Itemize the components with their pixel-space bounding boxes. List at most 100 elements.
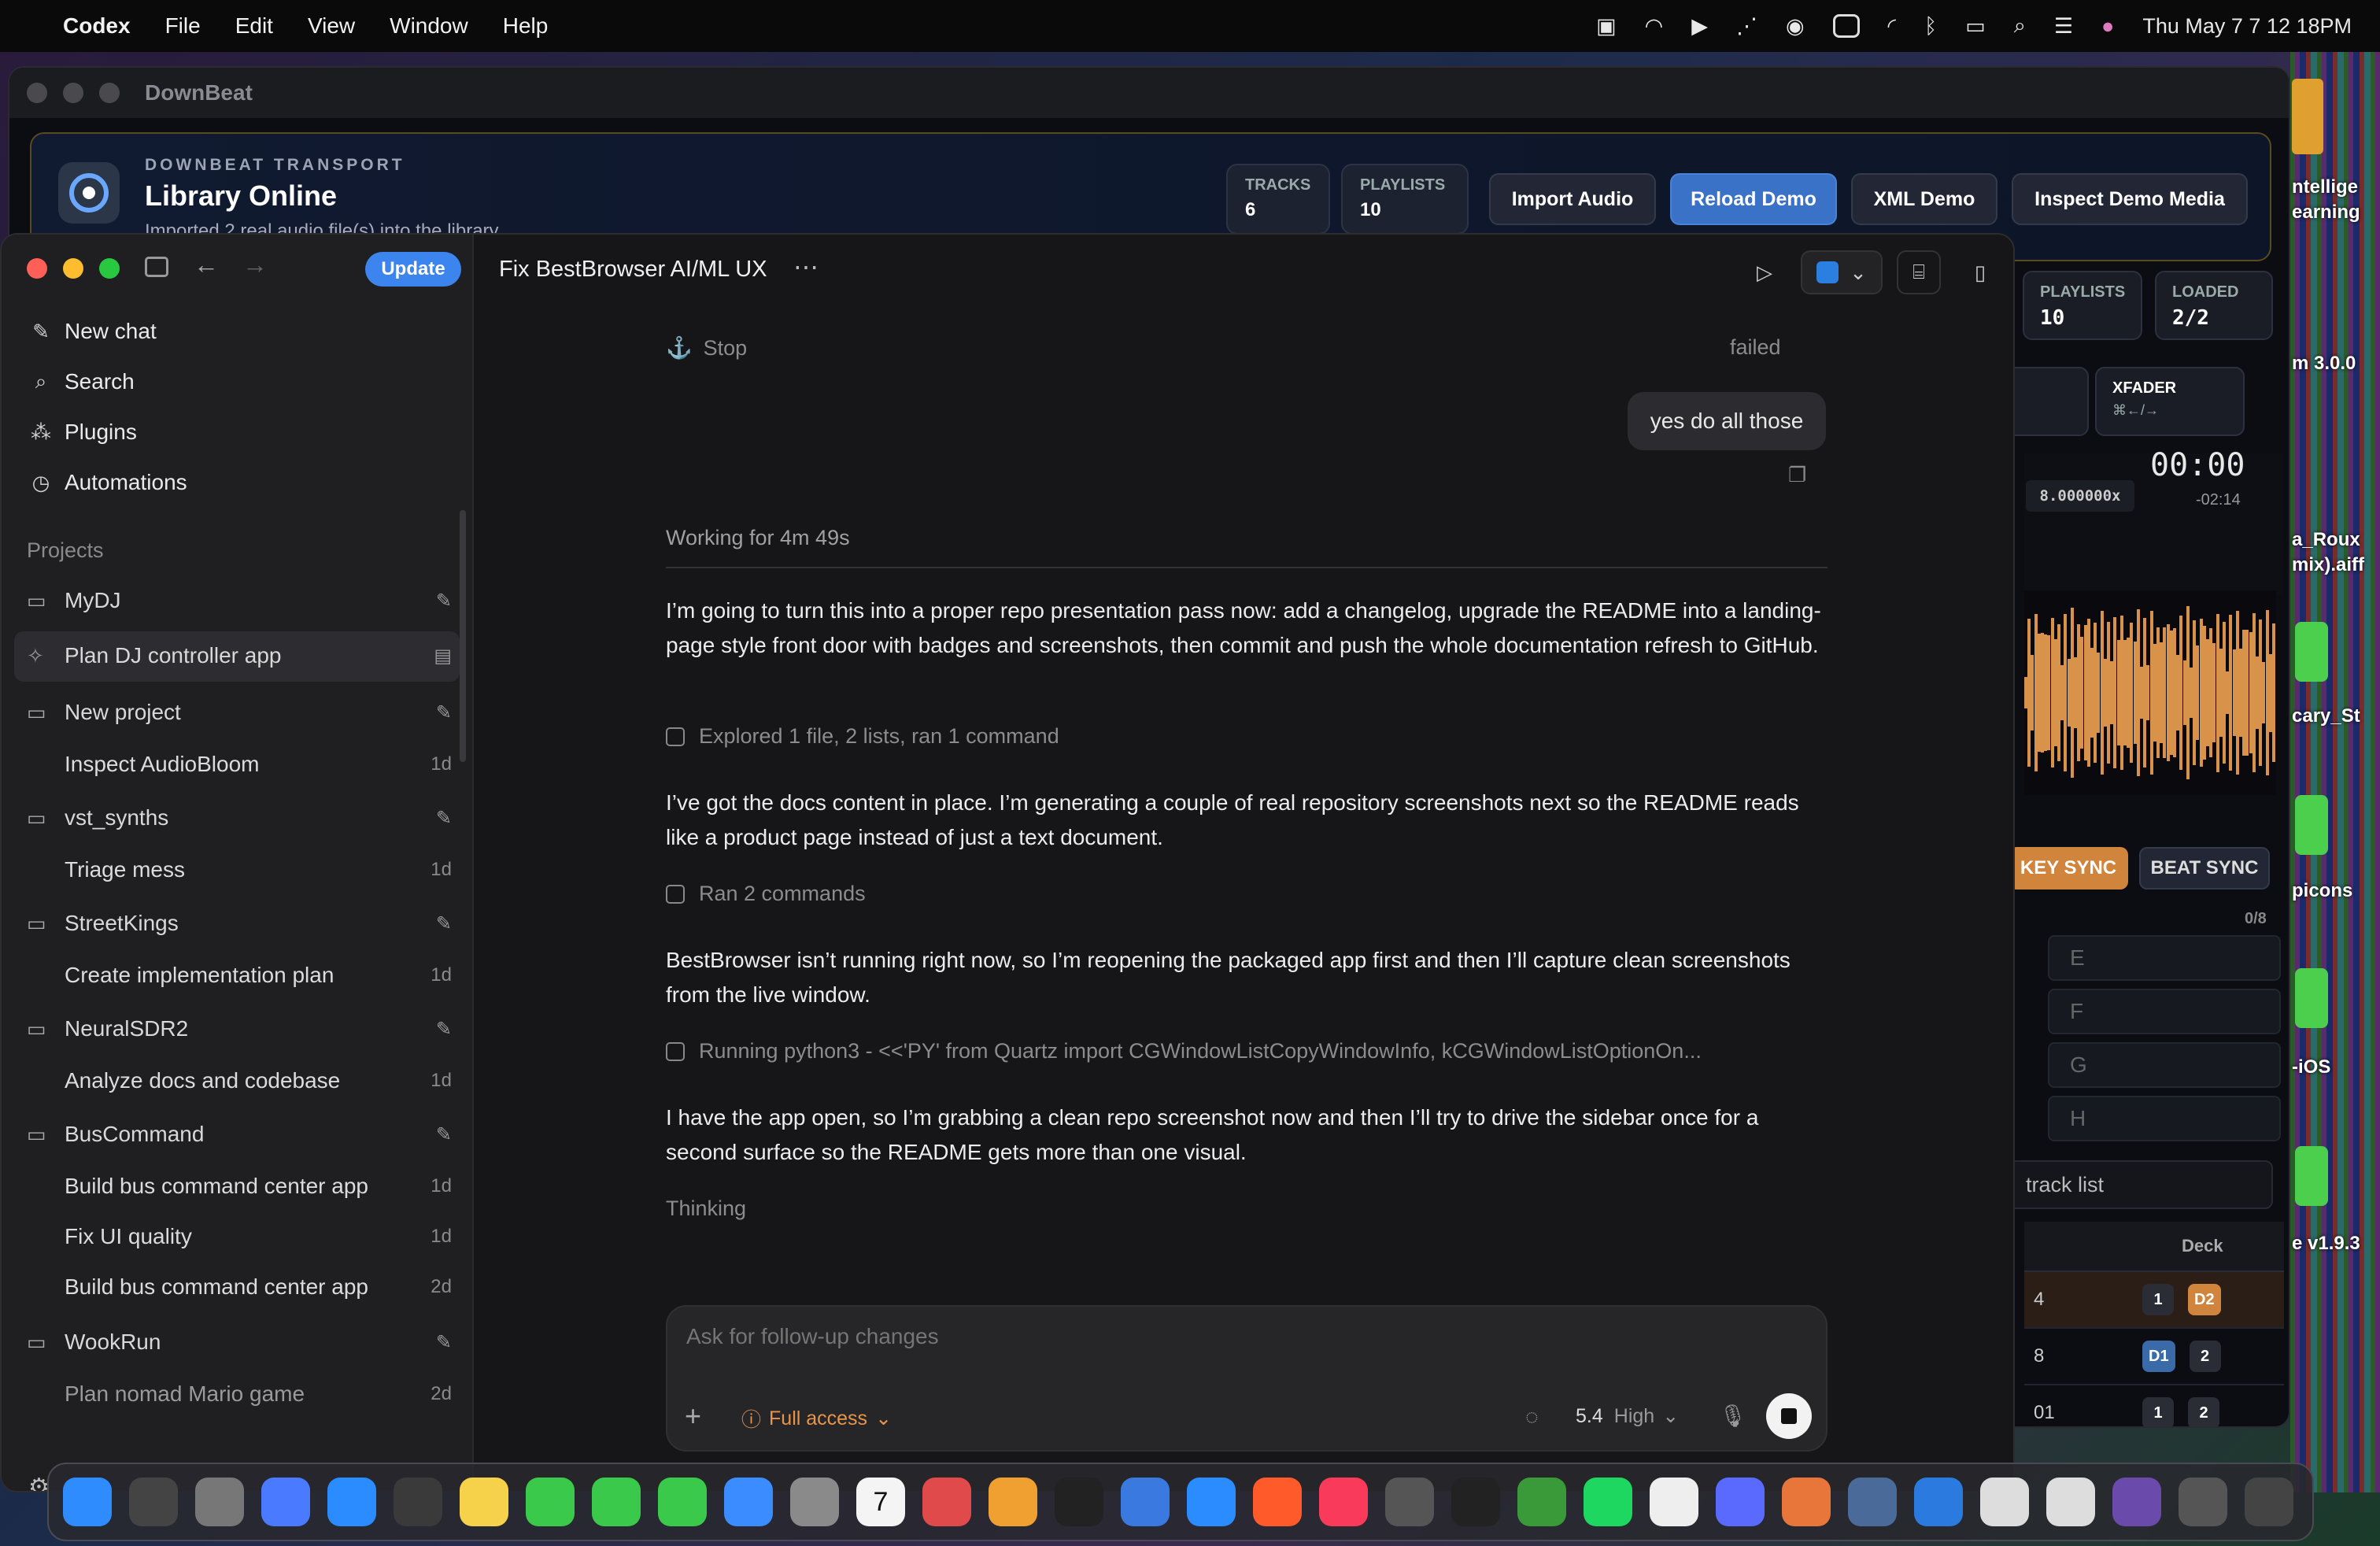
desktop-label[interactable]: ntellige	[2292, 176, 2358, 198]
desktop-label[interactable]: e v1.9.3	[2292, 1233, 2360, 1255]
table-row[interactable]: 4 1 D2	[2024, 1272, 2284, 1329]
desktop-file-icon[interactable]	[2295, 1146, 2328, 1206]
affinity-icon[interactable]	[1385, 1478, 1434, 1526]
trash-icon[interactable]	[2245, 1478, 2293, 1526]
desktop-label[interactable]: picons	[2292, 880, 2352, 902]
photos-icon[interactable]	[989, 1478, 1037, 1526]
hotcue-g[interactable]: G	[2048, 1042, 2281, 1088]
nav-plugins[interactable]: ⁂ Plugins	[27, 412, 137, 452]
rocket-icon[interactable]	[922, 1478, 971, 1526]
inspect-demo-media-button[interactable]: Inspect Demo Media	[2012, 173, 2248, 225]
chat-title[interactable]: Fix BestBrowser AI/ML UX	[499, 257, 767, 283]
app-store-icon[interactable]	[327, 1478, 376, 1526]
safari-icon[interactable]	[1187, 1478, 1236, 1526]
project-streetkings[interactable]: ▭ StreetKings ✎	[27, 904, 458, 943]
close-button[interactable]	[27, 83, 47, 103]
desktop-label[interactable]: -iOS	[2292, 1056, 2330, 1078]
reminders-icon[interactable]	[394, 1478, 442, 1526]
desktop-label[interactable]: mix).aiff	[2292, 554, 2364, 576]
tv-icon[interactable]	[1055, 1478, 1103, 1526]
xml-demo-button[interactable]: XML Demo	[1851, 173, 1998, 225]
model-selector[interactable]: 5.4 High ⌄	[1576, 1404, 1679, 1428]
compose-icon[interactable]: ✎	[436, 1018, 452, 1041]
beat-sync-button[interactable]: BEAT SYNC	[2139, 847, 2270, 890]
copy-icon[interactable]: ❐	[1788, 463, 1806, 487]
nav-search[interactable]: ⌕ Search	[27, 362, 135, 401]
phone-icon[interactable]	[658, 1478, 707, 1526]
brave-icon[interactable]	[1253, 1478, 1302, 1526]
thread-plan-dj[interactable]: ✧ Plan DJ controller app ▤	[27, 636, 458, 675]
clipboard-icon[interactable]: ▣	[1596, 14, 1617, 39]
access-mode-button[interactable]: ⓘ Full access ⌄	[741, 1404, 892, 1433]
finder-icon[interactable]	[63, 1478, 112, 1526]
thread-item[interactable]: Inspect AudioBloom 1d	[65, 745, 458, 784]
messages-icon[interactable]	[526, 1478, 575, 1526]
sidebar-scrollbar[interactable]	[460, 510, 466, 762]
hotcue-e[interactable]: E	[2048, 935, 2281, 981]
headphones-icon[interactable]: ◠	[1645, 14, 1664, 39]
thread-item[interactable]: Triage mess 1d	[65, 850, 458, 890]
menu-help[interactable]: Help	[503, 13, 549, 39]
compose-icon[interactable]: ✎	[436, 1123, 452, 1146]
archive-icon[interactable]: ▤	[434, 645, 452, 668]
nav-automations[interactable]: ◷ Automations	[27, 463, 187, 502]
compose-icon[interactable]: ✎	[436, 912, 452, 935]
thread-item[interactable]: Analyze docs and codebase 1d	[65, 1061, 458, 1100]
simulator-icon[interactable]	[261, 1478, 310, 1526]
compose-icon[interactable]: ✎	[436, 590, 452, 612]
screenshot-icon[interactable]	[2179, 1478, 2227, 1526]
thread-item[interactable]: Build bus command center app 2d	[65, 1267, 458, 1307]
compose-icon[interactable]: ✎	[436, 807, 452, 830]
thread-item[interactable]: Create implementation plan 1d	[65, 956, 458, 995]
pixel-icon[interactable]	[1848, 1478, 1897, 1526]
back-arrow-icon[interactable]: ←	[194, 250, 219, 279]
play-circle-icon[interactable]: ▶	[1691, 14, 1708, 39]
hotcue-f[interactable]: F	[2048, 989, 2281, 1034]
app-menu[interactable]: Codex	[63, 13, 131, 39]
project-new-project[interactable]: ▭ New project ✎	[27, 693, 458, 732]
nav-new-chat[interactable]: ✎ New chat	[27, 312, 157, 351]
key-sync-button[interactable]: KEY SYNC	[2009, 847, 2128, 890]
thread-item[interactable]: Plan nomad Mario game 2d	[65, 1374, 458, 1414]
reload-demo-button[interactable]: Reload Demo	[1670, 173, 1837, 225]
claude-icon[interactable]	[1782, 1478, 1831, 1526]
desktop-file-icon[interactable]	[2295, 968, 2328, 1028]
launchpad-icon[interactable]	[129, 1478, 178, 1526]
spotify-icon[interactable]	[1584, 1478, 1632, 1526]
bluetooth-icon[interactable]: ᛒ	[1924, 14, 1937, 39]
waveform[interactable]	[2024, 590, 2276, 795]
deck-chip-active[interactable]: D2	[2188, 1284, 2221, 1315]
project-wookrun[interactable]: ▭ WookRun ✎	[27, 1322, 458, 1362]
add-attachment-icon[interactable]: +	[685, 1400, 701, 1433]
stop-button[interactable]	[1766, 1393, 1812, 1439]
desktop-file-icon[interactable]	[2295, 622, 2328, 682]
table-row[interactable]: 01 1 2	[2024, 1385, 2284, 1426]
control-center-icon[interactable]: ☰	[2054, 14, 2073, 39]
terminal-icon[interactable]	[1451, 1478, 1500, 1526]
thread-item[interactable]: Build bus command center app 1d	[65, 1167, 458, 1206]
deck-chip[interactable]: 2	[2189, 1341, 2221, 1372]
display-icon[interactable]	[1832, 14, 1860, 38]
menu-file[interactable]: File	[165, 13, 201, 39]
terminal-toggle-icon[interactable]: ⌸	[1897, 250, 1941, 294]
xcode-icon[interactable]	[1914, 1478, 1963, 1526]
siri-icon[interactable]: ●	[2101, 14, 2114, 39]
panel-toggle-icon[interactable]: ▯	[1958, 250, 2002, 294]
project-neuralsdr2[interactable]: ▭ NeuralSDR2 ✎	[27, 1009, 458, 1049]
desktop-label[interactable]: cary_St	[2292, 705, 2360, 727]
deck-chip[interactable]: 1	[2142, 1397, 2174, 1426]
microphone-icon[interactable]: 🎙	[1719, 1403, 1747, 1429]
tool-running[interactable]: Running python3 - <<'PY' from Quartz imp…	[666, 1039, 1702, 1063]
game-icon[interactable]	[1517, 1478, 1566, 1526]
deck-chip[interactable]: 2	[2188, 1397, 2219, 1426]
pitch-rate[interactable]: 8.000000x	[2026, 480, 2134, 512]
instruments-icon[interactable]	[1121, 1478, 1170, 1526]
project-mydj[interactable]: ▭ MyDJ ✎	[27, 581, 458, 620]
settings-icon[interactable]: ⚙	[28, 1474, 50, 1491]
photo-stack-icon[interactable]	[2112, 1478, 2161, 1526]
menu-edit[interactable]: Edit	[235, 13, 273, 39]
facetime-icon[interactable]	[592, 1478, 641, 1526]
thread-item[interactable]: Fix UI quality 1d	[65, 1217, 458, 1256]
run-icon[interactable]: ▷	[1743, 250, 1787, 294]
stop-indicator[interactable]: ⚓ Stop	[666, 335, 747, 361]
